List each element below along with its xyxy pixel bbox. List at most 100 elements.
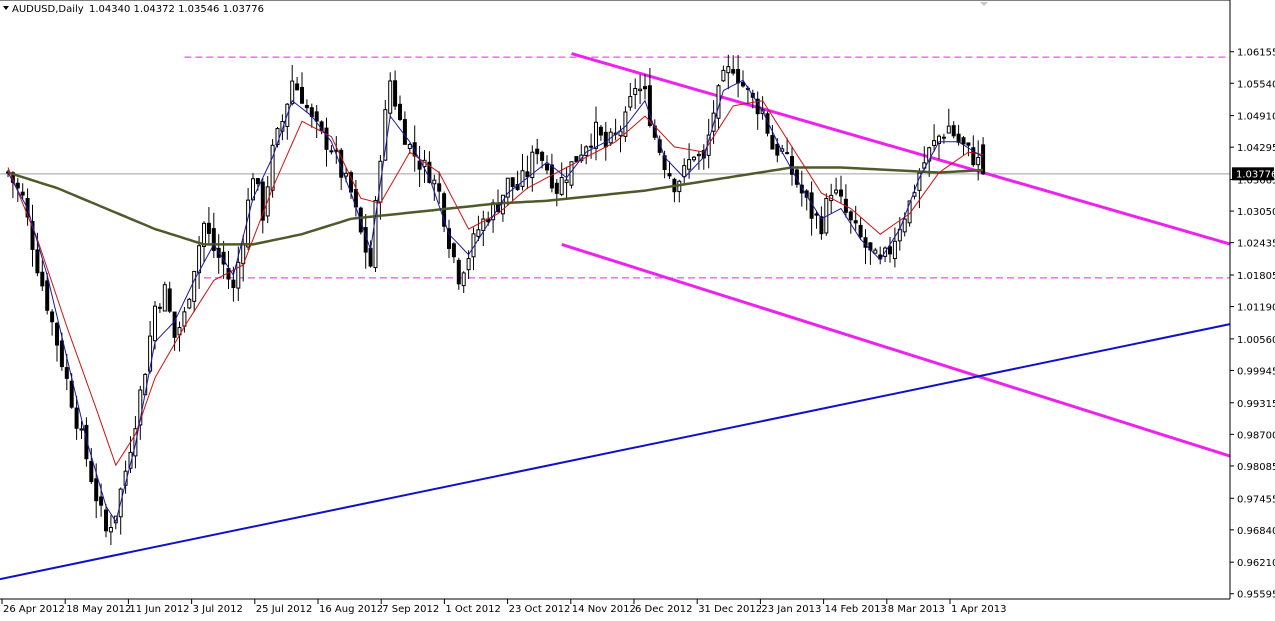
candle-body [848,211,853,221]
candle-body [153,305,157,342]
candle-body [873,249,878,254]
candle-body [976,156,981,166]
y-tick-label: 1.04295 [1237,143,1275,154]
candle-body [961,137,966,145]
candle-body [241,242,246,265]
candle-body [525,171,530,178]
candle-body [535,148,540,155]
symbol-label: AUDUSD,Daily [12,4,84,15]
y-tick-label: 0.99945 [1237,366,1275,377]
candle-body [520,170,525,187]
y-tick-label: 0.96840 [1237,526,1275,537]
candle-body [589,145,594,148]
candle-body [40,271,45,287]
x-tick-label: 1 Oct 2012 [445,604,500,615]
candle-body [192,270,197,302]
candle-body [74,407,79,429]
candle-body [206,222,211,234]
candle-body [476,229,481,237]
candle-body [888,246,892,255]
y-tick-label: 0.99315 [1237,399,1275,410]
y-tick-label: 0.97455 [1237,494,1275,505]
candle-body [510,177,515,188]
candle-body [295,83,300,91]
candle-body [304,105,309,109]
candle-body [564,179,569,184]
x-tick-label: 3 Jul 2012 [193,604,243,615]
candle-body [667,173,672,177]
y-tick-label: 1.05540 [1237,79,1275,90]
x-tick-label: 11 Jun 2012 [129,604,189,615]
candle-body [64,367,69,379]
x-tick-label: 18 May 2012 [66,604,131,615]
candle-body [167,288,172,312]
candle-body [696,153,701,157]
candle-body [59,340,64,368]
candle-body [255,178,260,185]
candle-body [598,126,603,136]
candle-body [94,478,99,502]
candle-body [368,247,373,267]
chart-window[interactable]: 1.06155 1.05540 1.04910 1.04295 1.03665 1.030… [0,0,1275,617]
candle-body [398,103,402,120]
current-price-tag: 1.03776 [1232,167,1275,181]
candle-body [775,143,780,156]
candle-body [55,322,59,346]
candle-body [892,240,897,260]
candle-body [99,496,104,506]
candle-body [834,189,839,194]
candle-body [187,298,192,309]
candle-body [618,130,623,137]
x-tick-label: 6 Dec 2012 [635,604,693,615]
candle-body [687,159,692,170]
candle-body [108,526,113,533]
candle-body [770,135,775,150]
candle-body [45,280,50,311]
candle-body [314,111,319,122]
candle [574,156,579,162]
candle-body [300,87,304,104]
candle-body [633,88,638,95]
x-tick-label: 31 Dec 2012 [698,604,762,615]
candle-body [393,80,398,107]
candle-body [270,144,275,191]
candle-body [20,191,25,196]
current-price-label: 1.03776 [1236,169,1275,180]
candle-body [966,142,971,146]
candle-body [814,213,819,216]
y-tick-label: 1.06155 [1237,48,1275,59]
candle [623,106,628,143]
candle-body [79,428,84,431]
candle-body [104,509,108,532]
y-tick-label: 0.95595 [1237,590,1275,601]
candle-body [466,258,471,271]
x-tick-label: 23 Jan 2013 [761,604,821,615]
price-chart[interactable]: 1.061551.055401.049101.042951.036651.030… [0,0,1275,617]
candle-body [559,177,564,195]
x-tick-label: 25 Jul 2012 [256,604,313,615]
candle-body [643,86,647,90]
candle [824,193,829,236]
candle-body [451,243,456,258]
y-tick-label: 1.01190 [1237,303,1275,314]
candle-body [50,311,55,323]
y-tick-label: 0.98085 [1237,462,1275,473]
candle-body [956,133,961,143]
candle-body [157,306,162,309]
candle-body [461,272,466,287]
ohlc-values: 1.04340 1.04372 1.03546 1.03776 [89,4,264,15]
candle-body [726,66,731,74]
candle-body [603,131,608,148]
candle-body [388,80,393,114]
candle-body [15,182,20,189]
candle-body [785,152,790,155]
candle-body [456,259,461,285]
candle-body [236,261,241,289]
x-tick-label: 1 Apr 2013 [951,604,1006,615]
candle-body [594,121,598,149]
candle-body [554,182,559,194]
candle-body [324,127,329,150]
candle-body [329,150,334,153]
candle-body [721,69,726,82]
candle-body [344,172,349,177]
